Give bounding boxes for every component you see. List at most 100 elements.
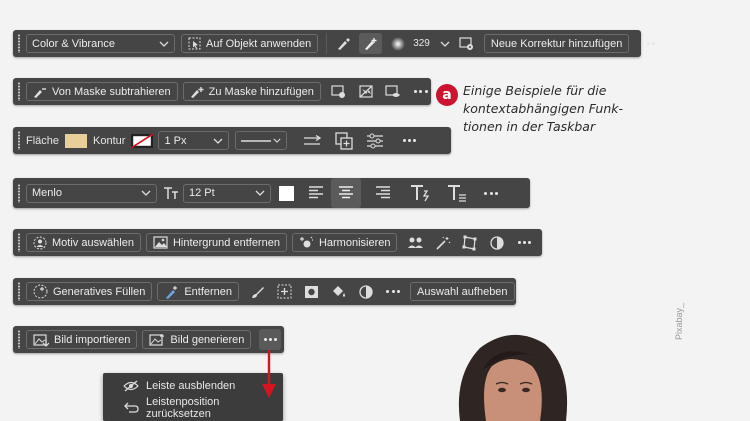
remove-tool-icon [164, 285, 179, 299]
add-label: Zu Maske hinzufügen [208, 85, 314, 98]
generative-fill-button[interactable]: Generatives Füllen [26, 282, 153, 301]
drag-handle[interactable] [17, 233, 21, 252]
brush-subtract-icon[interactable] [332, 33, 355, 54]
people-icon[interactable] [404, 232, 427, 253]
brush-icon[interactable] [246, 281, 269, 302]
adjustment-preset-dropdown[interactable]: Color & Vibrance [26, 34, 175, 53]
caption-line: kontextabhängigen Funk- [463, 101, 624, 116]
mask-settings-icon[interactable] [328, 81, 351, 102]
chevron-down-icon [141, 190, 151, 196]
harmonize-label: Harmonisieren [318, 236, 391, 249]
brush-add-icon[interactable] [359, 33, 383, 54]
stroke-width-value: 1 Px [164, 134, 187, 147]
brush-subtract-icon [33, 86, 47, 98]
generative-fill-icon [33, 284, 48, 299]
line-style-icon [241, 139, 272, 142]
drag-handle[interactable] [17, 330, 21, 349]
import-image-label: Bild importieren [54, 333, 131, 346]
text-options-icon[interactable] [445, 183, 468, 204]
annotation-caption: Einige Beispiele für die kontextabhängig… [463, 82, 663, 136]
menu-item-reset-position[interactable]: Leistenposition zurücksetzen [103, 396, 283, 420]
caption-line: tionen in der Taskbar [463, 119, 596, 134]
font-size-icon [163, 186, 179, 200]
drag-handle[interactable] [17, 34, 21, 53]
mask-overlay-icon[interactable] [382, 81, 405, 102]
remove-button[interactable]: Entfernen [157, 282, 240, 301]
stroke-width-dropdown[interactable]: 1 Px [158, 131, 230, 150]
subtract-from-mask-button[interactable]: Von Maske subtrahieren [26, 82, 178, 101]
apply-to-object-button[interactable]: Auf Objekt anwenden [181, 34, 319, 53]
harmonize-button[interactable]: Harmonisieren [291, 233, 398, 252]
fill-color-swatch[interactable] [65, 133, 88, 148]
text-taskbar: Menlo 12 Pt [13, 178, 530, 208]
adjustment-taskbar: Color & Vibrance Auf Objekt anwenden 329… [13, 30, 656, 57]
drag-handle[interactable] [17, 82, 21, 101]
mask-view-icon[interactable] [456, 33, 479, 54]
brush-softness-icon[interactable] [386, 33, 409, 54]
import-image-button[interactable]: Bild importieren [26, 330, 138, 349]
shape-settings-icon[interactable] [363, 130, 386, 151]
chevron-down-icon [213, 138, 223, 144]
add-to-mask-button[interactable]: Zu Maske hinzufügen [182, 82, 321, 101]
selection-taskbar: Generatives Füllen Entfernen Auswahl auf… [13, 278, 516, 305]
apply-label: Auf Objekt anwenden [206, 37, 312, 50]
invert-mask-icon[interactable] [355, 81, 378, 102]
adjustment-icon[interactable] [354, 281, 377, 302]
more-options-icon[interactable] [259, 329, 282, 350]
more-options-icon[interactable] [513, 232, 535, 253]
chevron-down-icon[interactable] [438, 33, 452, 54]
font-family-dropdown[interactable]: Menlo [26, 183, 157, 203]
chevron-down-icon [273, 138, 282, 143]
font-size-value: 12 Pt [189, 187, 215, 199]
deselect-button[interactable]: Auswahl aufheben [410, 282, 515, 301]
text-color-swatch[interactable] [279, 185, 294, 201]
harmonize-icon [299, 236, 314, 250]
font-size-dropdown[interactable]: 12 Pt [183, 183, 271, 203]
more-options-icon[interactable] [382, 281, 404, 302]
generate-image-label: Bild generieren [170, 333, 245, 346]
remove-background-button[interactable]: Hintergrund entfernen [145, 233, 287, 252]
stroke-style-dropdown[interactable] [235, 131, 288, 150]
align-left-icon[interactable] [304, 183, 327, 204]
generative-fill-label: Generatives Füllen [53, 285, 146, 298]
remove-label: Entfernen [184, 285, 233, 298]
select-subject-label: Motiv auswählen [52, 236, 134, 249]
brush-size-value[interactable]: 329 [413, 38, 430, 49]
photo-credit: Pixabay_ [674, 302, 684, 340]
menu-item-hide-bar[interactable]: Leiste ausblenden [103, 375, 283, 397]
transform-icon[interactable] [458, 232, 481, 253]
select-subject-button[interactable]: Motiv auswählen [26, 233, 141, 252]
fill-bucket-icon[interactable] [327, 281, 350, 302]
more-options-icon[interactable] [480, 183, 502, 204]
red-arrow-annotation [262, 350, 276, 398]
drag-handle[interactable] [17, 183, 21, 203]
path-operations-icon[interactable] [301, 130, 324, 151]
new-correction-label: Neue Korrektur hinzufügen [490, 37, 623, 50]
annotation-badge: a [436, 84, 458, 106]
more-options-icon[interactable] [410, 81, 432, 102]
drag-handle[interactable] [17, 131, 21, 150]
mask-icon[interactable] [300, 281, 323, 302]
divider [326, 33, 328, 54]
object-select-icon [188, 37, 201, 50]
generate-image-button[interactable]: Bild generieren [142, 330, 252, 349]
more-options-icon[interactable] [637, 33, 659, 54]
person-select-icon [33, 236, 47, 250]
more-options-icon[interactable] [398, 130, 420, 151]
transform-selection-icon[interactable] [273, 281, 296, 302]
add-shape-icon[interactable] [332, 130, 355, 151]
align-right-icon[interactable] [371, 183, 394, 204]
chevron-down-icon [159, 41, 169, 47]
shape-taskbar: Fläche Kontur 1 Px [13, 127, 451, 154]
subtract-label: Von Maske subtrahieren [52, 85, 171, 98]
stroke-label: Kontur [93, 134, 126, 147]
hide-bar-label: Leiste ausblenden [146, 380, 236, 392]
add-new-correction-button[interactable]: Neue Korrektur hinzufügen [483, 34, 630, 53]
adjustment-icon[interactable] [485, 232, 508, 253]
warp-text-icon[interactable] [408, 183, 431, 204]
stroke-color-swatch[interactable] [131, 133, 154, 148]
align-center-icon[interactable] [331, 178, 361, 208]
fill-label: Fläche [26, 134, 60, 147]
drag-handle[interactable] [17, 282, 21, 301]
magic-wand-icon[interactable] [431, 232, 454, 253]
